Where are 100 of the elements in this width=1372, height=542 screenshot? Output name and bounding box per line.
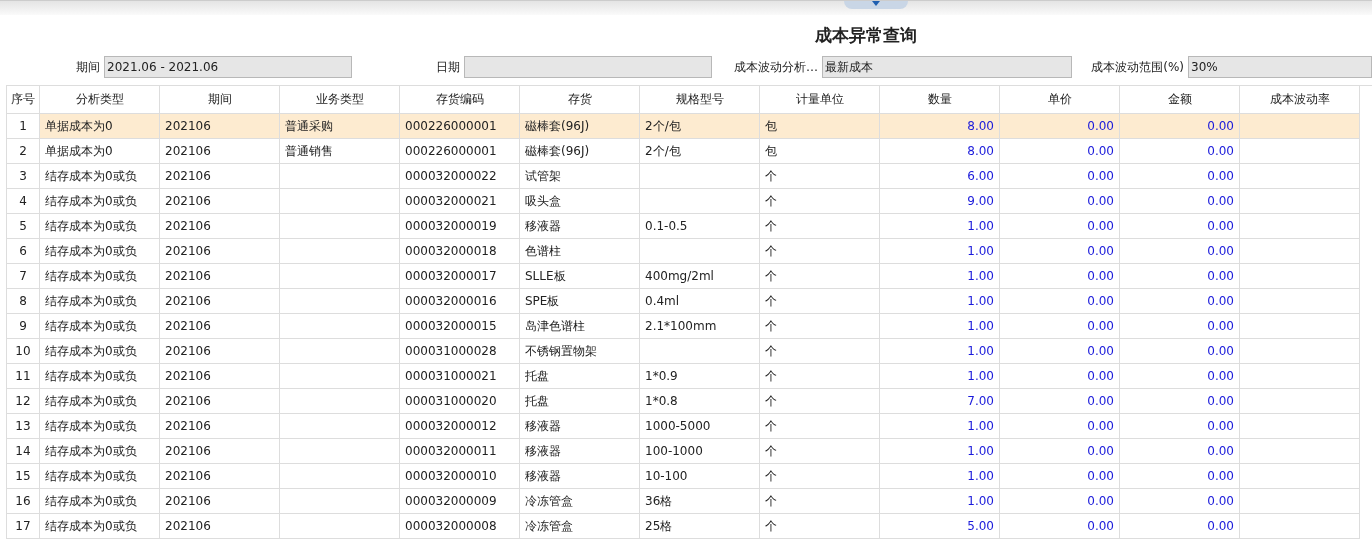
table-cell: 包 [760,114,880,139]
table-cell: 202106 [160,439,280,464]
table-cell: 0.00 [1120,164,1240,189]
table-cell: 结存成本为0或负 [40,189,160,214]
table-cell: 0.00 [1000,164,1120,189]
table-cell: SPE板 [520,289,640,314]
table-cell: 7 [6,264,40,289]
table-cell: 202106 [160,289,280,314]
table-cell: 0.00 [1000,489,1120,514]
table-cell: 个 [760,314,880,339]
table-cell: 结存成本为0或负 [40,439,160,464]
table-cell: 岛津色谱柱 [520,314,640,339]
table-cell: 个 [760,489,880,514]
table-cell: 202106 [160,214,280,239]
table-cell: 202106 [160,339,280,364]
table-cell: 结存成本为0或负 [40,514,160,539]
table-cell: 移液器 [520,214,640,239]
table-cell: 8.00 [880,139,1000,164]
table-cell: 个 [760,264,880,289]
table-cell: 000032000021 [400,189,520,214]
table-cell: 0.00 [1000,464,1120,489]
table-cell: 4 [6,189,40,214]
table-cell: 1 [6,114,40,139]
table-cell: 不锈钢置物架 [520,339,640,364]
table-cell: 9.00 [880,189,1000,214]
table-cell: 磁棒套(96J) [520,114,640,139]
table-cell: 0.00 [1120,364,1240,389]
table-cell: 个 [760,189,880,214]
table-cell: 15 [6,464,40,489]
table-cell: 0.00 [1000,339,1120,364]
table-cell: 202106 [160,489,280,514]
table-cell: 8.00 [880,114,1000,139]
table-cell: 6.00 [880,164,1000,189]
table-cell: 0.00 [1120,189,1240,214]
table-cell: 个 [760,464,880,489]
table-cell: 202106 [160,189,280,214]
table-cell: 202106 [160,514,280,539]
filter-field[interactable]: 30% [1188,56,1372,78]
table-cell: 0.4ml [640,289,760,314]
table-cell: 202106 [160,464,280,489]
table-cell: 1.00 [880,264,1000,289]
table-cell: 000032000019 [400,214,520,239]
table-cell: 1.00 [880,214,1000,239]
table-cell: 3 [6,164,40,189]
table-cell: 冷冻管盒 [520,514,640,539]
table-cell: 6 [6,239,40,264]
table-cell: 000032000011 [400,439,520,464]
table-cell: 1.00 [880,364,1000,389]
table-cell: 结存成本为0或负 [40,214,160,239]
filter-label: 成本波动范围(%) [1090,58,1184,76]
table-cell: 0.00 [1120,439,1240,464]
table-cell: 结存成本为0或负 [40,339,160,364]
filter-field[interactable]: 最新成本 [822,56,1072,78]
table-cell: SLLE板 [520,264,640,289]
table-cell: 个 [760,414,880,439]
table-cell: 1.00 [880,489,1000,514]
table-cell: 0.00 [1000,439,1120,464]
table-cell: 结存成本为0或负 [40,364,160,389]
table-cell: 1*0.8 [640,389,760,414]
table-cell: 0.00 [1120,114,1240,139]
table-cell: 1.00 [880,339,1000,364]
table-cell: 202106 [160,414,280,439]
table-cell: 普通采购 [280,114,400,139]
filter-field[interactable]: 2021.06 - 2021.06 [104,56,352,78]
table-cell: 0.00 [1000,239,1120,264]
table-cell: 磁棒套(96J) [520,139,640,164]
collapse-handle[interactable] [844,1,908,9]
table-cell: 结存成本为0或负 [40,389,160,414]
table-cell: 0.00 [1000,189,1120,214]
table-cell: 202106 [160,239,280,264]
table-cell: 个 [760,439,880,464]
table-cell: 202106 [160,139,280,164]
table-cell: 202106 [160,164,280,189]
table-cell: 0.00 [1000,514,1120,539]
table-cell: 0.00 [1120,289,1240,314]
filter-field[interactable] [464,56,712,78]
table-cell: 1.00 [880,414,1000,439]
table-cell: 包 [760,139,880,164]
filter-label: 成本波动分析… [733,58,818,76]
table-cell: 个 [760,239,880,264]
table-cell: 202106 [160,114,280,139]
table-cell: 2个/包 [640,139,760,164]
table-cell: 1*0.9 [640,364,760,389]
table-cell: 0.00 [1120,339,1240,364]
table-cell: 0.00 [1000,364,1120,389]
table-cell: 结存成本为0或负 [40,489,160,514]
table-cell: 14 [6,439,40,464]
table-cell: 普通销售 [280,139,400,164]
table-cell: 0.1-0.5 [640,214,760,239]
table-cell: 202106 [160,364,280,389]
table-cell: 0.00 [1000,289,1120,314]
table-cell: 1.00 [880,314,1000,339]
table-cell: 结存成本为0或负 [40,239,160,264]
table-cell: 7.00 [880,389,1000,414]
table-cell: 冷冻管盒 [520,489,640,514]
table-cell: 2.1*100mm [640,314,760,339]
table-cell: 0.00 [1120,214,1240,239]
table-cell: 000226000001 [400,139,520,164]
table-cell: 个 [760,339,880,364]
table-cell: 试管架 [520,164,640,189]
